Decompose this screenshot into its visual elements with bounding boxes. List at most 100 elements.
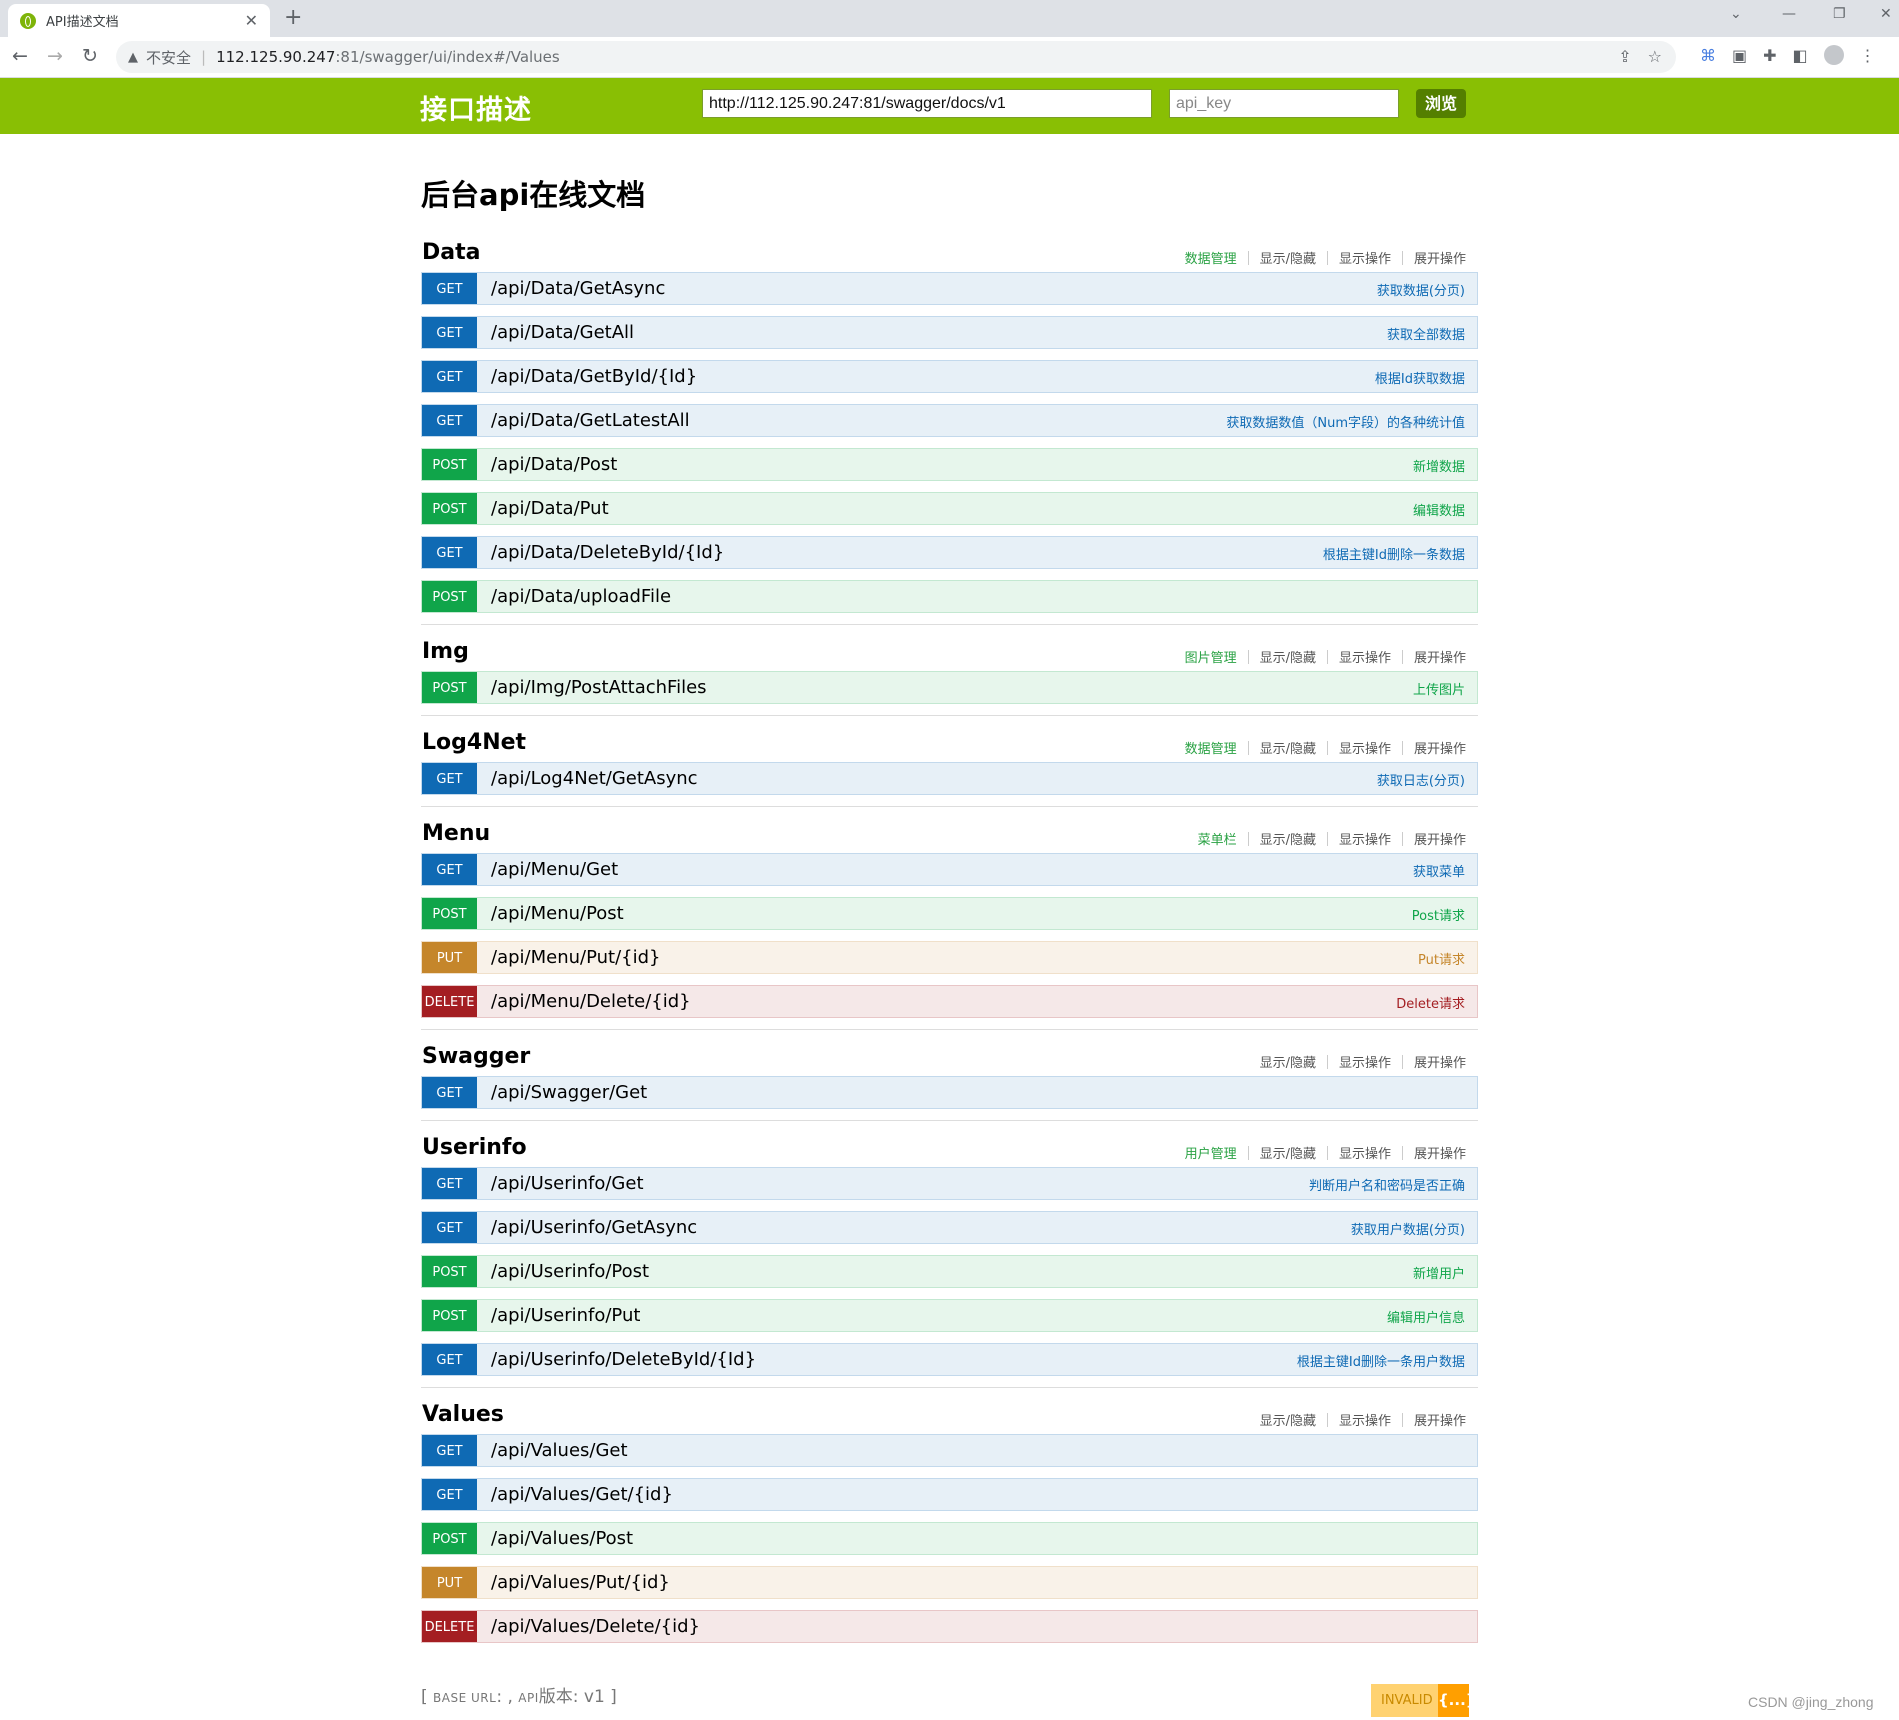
operation-path[interactable]: /api/Values/Delete/{id} [491,1616,700,1637]
list-operations-link[interactable]: 显示操作 [1339,738,1391,757]
expand-operations-link[interactable]: 展开操作 [1414,738,1466,757]
api-key-input[interactable] [1169,89,1399,118]
validator-badge[interactable]: INVALID {...} [1371,1684,1476,1717]
insecure-label[interactable]: 不安全 [146,47,191,68]
extension-app-icon[interactable]: ▣ [1732,46,1747,65]
address-bar[interactable]: ▲ 不安全 | 112.125.90.247 :81/swagger/ui/in… [116,41,1676,73]
browser-menu-icon[interactable]: ⋮ [1860,46,1876,65]
http-method-badge[interactable]: GET [422,763,477,794]
toggle-link[interactable]: 显示/隐藏 [1260,1143,1316,1162]
operation-summary[interactable]: 根据主键Id删除一条数据 [1323,544,1465,563]
operation-summary[interactable]: 判断用户名和密码是否正确 [1309,1175,1465,1194]
new-tab-button[interactable]: + [284,5,302,30]
resource-description[interactable]: 数据管理 [1185,738,1237,757]
expand-operations-link[interactable]: 展开操作 [1414,1052,1466,1071]
http-method-badge[interactable]: PUT [422,1567,477,1598]
operation-get[interactable]: GET/api/Menu/Get 获取菜单 [421,853,1478,886]
resource-name[interactable]: Userinfo [422,1135,527,1160]
operation-summary[interactable]: 获取日志(分页) [1377,770,1465,789]
back-icon[interactable]: ← [12,45,28,67]
toggle-link[interactable]: 显示/隐藏 [1260,647,1316,666]
http-method-badge[interactable]: GET [422,405,477,436]
operation-path[interactable]: /api/Userinfo/DeleteById/{Id} [491,1349,756,1370]
operation-summary[interactable]: 编辑数据 [1413,500,1465,519]
http-method-badge[interactable]: GET [422,1212,477,1243]
operation-get[interactable]: GET/api/Data/GetById/{Id} 根据Id获取数据 [421,360,1478,393]
operation-summary[interactable]: Put请求 [1418,949,1465,968]
http-method-badge[interactable]: GET [422,1479,477,1510]
operation-path[interactable]: /api/Userinfo/Put [491,1305,640,1326]
http-method-badge[interactable]: GET [422,537,477,568]
expand-operations-link[interactable]: 展开操作 [1414,248,1466,267]
operation-path[interactable]: /api/Data/GetLatestAll [491,410,690,431]
list-operations-link[interactable]: 显示操作 [1339,647,1391,666]
http-method-badge[interactable]: POST [422,898,477,929]
toggle-link[interactable]: 显示/隐藏 [1260,829,1316,848]
side-panel-icon[interactable]: ◧ [1793,46,1808,65]
resource-name[interactable]: Data [422,240,480,265]
reload-icon[interactable]: ↻ [82,45,98,67]
operation-summary[interactable]: 根据主键Id删除一条用户数据 [1297,1351,1465,1370]
validator-label[interactable]: INVALID [1371,1684,1438,1717]
logo[interactable]: 接口描述 [420,88,532,127]
operation-path[interactable]: /api/Menu/Delete/{id} [491,991,691,1012]
operation-put[interactable]: PUT/api/Values/Put/{id} [421,1566,1478,1599]
operation-path[interactable]: /api/Values/Get [491,1440,628,1461]
operation-path[interactable]: /api/Values/Post [491,1528,633,1549]
operation-get[interactable]: GET/api/Values/Get [421,1434,1478,1467]
operation-path[interactable]: /api/Menu/Post [491,903,624,924]
operation-summary[interactable]: 获取全部数据 [1387,324,1465,343]
operation-get[interactable]: GET/api/Userinfo/GetAsync 获取用户数据(分页) [421,1211,1478,1244]
http-method-badge[interactable]: POST [422,1256,477,1287]
http-method-badge[interactable]: GET [422,361,477,392]
forward-icon[interactable]: → [47,45,63,67]
resource-name[interactable]: Menu [422,821,490,846]
list-operations-link[interactable]: 显示操作 [1339,1052,1391,1071]
resource-name[interactable]: Values [422,1402,504,1427]
explore-button[interactable]: 浏览 [1416,89,1466,118]
operation-delete[interactable]: DELETE/api/Values/Delete/{id} [421,1610,1478,1643]
operation-path[interactable]: /api/Userinfo/GetAsync [491,1217,697,1238]
list-operations-link[interactable]: 显示操作 [1339,1143,1391,1162]
http-method-badge[interactable]: GET [422,1344,477,1375]
operation-post[interactable]: POST/api/Data/Post 新增数据 [421,448,1478,481]
operation-path[interactable]: /api/Menu/Put/{id} [491,947,660,968]
http-method-badge[interactable]: GET [422,1168,477,1199]
operation-path[interactable]: /api/Data/DeleteById/{Id} [491,542,724,563]
operation-summary[interactable]: 根据Id获取数据 [1375,368,1465,387]
resource-description[interactable]: 用户管理 [1185,1143,1237,1162]
validator-braces-icon[interactable]: {...} [1438,1684,1476,1717]
spec-url-input[interactable] [702,89,1152,118]
operation-summary[interactable]: Post请求 [1412,905,1465,924]
toggle-link[interactable]: 显示/隐藏 [1260,1410,1316,1429]
toggle-link[interactable]: 显示/隐藏 [1260,1052,1316,1071]
operation-summary[interactable]: 新增数据 [1413,456,1465,475]
http-method-badge[interactable]: POST [422,672,477,703]
operation-summary[interactable]: 上传图片 [1413,679,1465,698]
http-method-badge[interactable]: DELETE [422,1611,477,1642]
profile-avatar-icon[interactable] [1823,45,1844,65]
operation-summary[interactable]: Delete请求 [1396,993,1465,1012]
operation-path[interactable]: /api/Data/uploadFile [491,586,671,607]
operation-path[interactable]: /api/Userinfo/Get [491,1173,644,1194]
operation-post[interactable]: POST/api/Userinfo/Put 编辑用户信息 [421,1299,1478,1332]
operation-get[interactable]: GET/api/Userinfo/DeleteById/{Id} 根据主键Id删除… [421,1343,1478,1376]
operation-path[interactable]: /api/Img/PostAttachFiles [491,677,707,698]
expand-operations-link[interactable]: 展开操作 [1414,829,1466,848]
http-method-badge[interactable]: POST [422,449,477,480]
toggle-link[interactable]: 显示/隐藏 [1260,248,1316,267]
operation-post[interactable]: POST/api/Userinfo/Post 新增用户 [421,1255,1478,1288]
share-icon[interactable]: ⇪ [1618,47,1631,66]
operation-path[interactable]: /api/Swagger/Get [491,1082,647,1103]
operation-get[interactable]: GET/api/Swagger/Get [421,1076,1478,1109]
restore-button[interactable]: ❐ [1833,6,1846,22]
expand-operations-link[interactable]: 展开操作 [1414,1410,1466,1429]
operation-path[interactable]: /api/Userinfo/Post [491,1261,649,1282]
operation-post[interactable]: POST/api/Img/PostAttachFiles 上传图片 [421,671,1478,704]
tab-search-icon[interactable]: ⌄ [1730,6,1742,22]
operation-get[interactable]: GET/api/Data/GetAsync 获取数据(分页) [421,272,1478,305]
operation-path[interactable]: /api/Values/Get/{id} [491,1484,673,1505]
http-method-badge[interactable]: GET [422,273,477,304]
resource-name[interactable]: Log4Net [422,730,526,755]
translate-icon[interactable]: ⌘ [1700,46,1716,65]
